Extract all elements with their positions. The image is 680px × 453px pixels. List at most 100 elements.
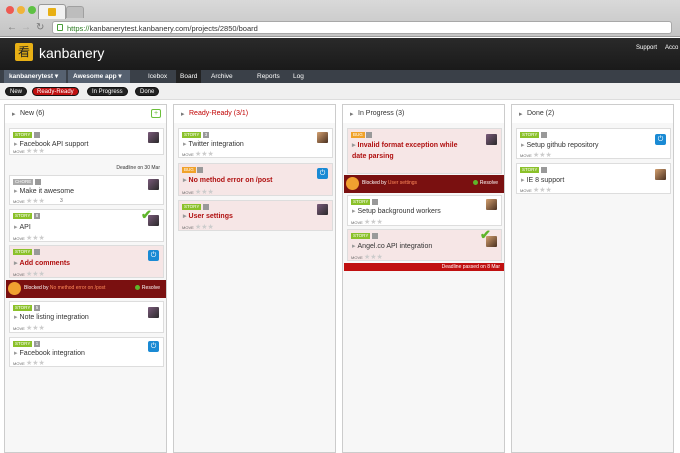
- add-task-icon[interactable]: +: [151, 109, 161, 118]
- menu-icebox[interactable]: Icebox: [144, 70, 171, 83]
- move-bar[interactable]: MOVE ★★★: [10, 147, 163, 156]
- address-bar[interactable]: https://kanbanerytest.kanbanery.com/proj…: [52, 21, 672, 34]
- task-card[interactable]: STORY ▸ Add comments ⏻ MOVE ★★★: [9, 245, 164, 278]
- menu-board[interactable]: Board: [176, 70, 202, 83]
- avatar[interactable]: [486, 236, 497, 247]
- task-title[interactable]: ▸ Add comments: [14, 259, 70, 267]
- filter-in-progress[interactable]: In Progress: [87, 87, 128, 96]
- move-bar[interactable]: MOVE ★★★: [348, 218, 501, 227]
- star-icon[interactable]: ★★★: [26, 359, 45, 368]
- filter-ready-ready[interactable]: Ready-Ready: [32, 87, 79, 96]
- task-title[interactable]: ▸ Setup background workers: [352, 207, 441, 215]
- blocked-by-link[interactable]: User settings: [388, 180, 417, 186]
- menu-reports[interactable]: Reports: [253, 70, 284, 83]
- power-icon[interactable]: ⏻: [148, 250, 159, 261]
- task-card[interactable]: STORY ▸ User settings MOVE ★★★: [178, 200, 333, 231]
- task-title[interactable]: ▸ Twitter integration: [183, 140, 244, 148]
- avatar[interactable]: [317, 132, 328, 143]
- task-title[interactable]: ▸ No method error on /post: [183, 176, 273, 184]
- workspace-dropdown[interactable]: kanbanerytest ▾: [4, 70, 66, 83]
- task-card[interactable]: BUG ▸ Invalid format exception while date…: [347, 128, 502, 174]
- filter-new[interactable]: New: [5, 87, 28, 96]
- task-card[interactable]: STORY 5 ▸ Note listing integration MOVE ★★…: [9, 301, 164, 333]
- avatar[interactable]: [148, 215, 159, 226]
- star-icon[interactable]: ★★★: [364, 253, 383, 262]
- menu-log[interactable]: Log: [289, 70, 308, 83]
- reload-icon[interactable]: ↻: [36, 23, 44, 33]
- task-card[interactable]: BUG ▸ No method error on /post ⏻ MOVE ★★★: [178, 163, 333, 196]
- move-bar[interactable]: MOVE ★★★ 3: [10, 197, 163, 206]
- column-header[interactable]: ▸ Done (2): [512, 105, 673, 123]
- support-link[interactable]: Support: [636, 45, 657, 51]
- task-title[interactable]: ▸ Facebook integration: [14, 349, 85, 357]
- browser-tab[interactable]: [38, 4, 66, 19]
- move-bar[interactable]: MOVE ★★★: [517, 151, 670, 160]
- forward-icon[interactable]: →: [21, 23, 31, 33]
- blocked-by-link[interactable]: No method error on /post: [50, 285, 106, 291]
- task-title[interactable]: ▸ Make it awesome: [14, 187, 74, 195]
- comment-count[interactable]: 3: [60, 198, 63, 204]
- task-card[interactable]: CHORE ▸ Make it awesome MOVE ★★★ 3: [9, 175, 164, 205]
- star-icon[interactable]: ★★★: [26, 234, 45, 243]
- star-icon[interactable]: ★★★: [26, 197, 45, 206]
- star-icon[interactable]: ★★★: [364, 218, 383, 227]
- task-card[interactable]: STORY 3 ▸ Twitter integration MOVE ★★★: [178, 128, 333, 158]
- avatar[interactable]: [148, 307, 159, 318]
- avatar[interactable]: [486, 199, 497, 210]
- account-link[interactable]: Acco: [665, 45, 678, 51]
- minimize-window-button[interactable]: [17, 6, 25, 14]
- task-title[interactable]: ▸ User settings: [183, 212, 233, 220]
- star-icon[interactable]: ★★★: [195, 150, 214, 159]
- star-icon[interactable]: ★★★: [195, 188, 214, 197]
- power-icon[interactable]: ⏻: [317, 168, 328, 179]
- maximize-window-button[interactable]: [28, 6, 36, 14]
- task-card[interactable]: STORY 1 ▸ Facebook integration ⏻ MOVE ★★★: [9, 337, 164, 367]
- star-icon[interactable]: ★★★: [533, 186, 552, 195]
- star-icon[interactable]: ★★★: [533, 151, 552, 160]
- task-card[interactable]: STORY 8 ▸ API ✔ MOVE ★★★: [9, 207, 164, 243]
- task-title[interactable]: ▸ IE 8 support: [521, 176, 564, 184]
- power-icon[interactable]: ⏻: [148, 341, 159, 352]
- task-card[interactable]: STORY ▸ IE 8 support MOVE ★★★: [516, 163, 671, 194]
- avatar[interactable]: [317, 204, 328, 215]
- power-icon[interactable]: ⏻: [655, 134, 666, 145]
- star-icon[interactable]: ★★★: [26, 324, 45, 333]
- close-window-button[interactable]: [6, 6, 14, 14]
- move-bar[interactable]: MOVE ★★★: [10, 234, 163, 243]
- task-card[interactable]: STORY ▸ Setup github repository ⏻ MOVE ★★★: [516, 128, 671, 159]
- star-icon[interactable]: ★★★: [195, 223, 214, 232]
- column-header[interactable]: ▸ New (6) +: [5, 105, 166, 123]
- task-title[interactable]: ▸ Setup github repository: [521, 141, 599, 149]
- task-card[interactable]: STORY ▸ Angel.co API integration ✔ MOVE ★★…: [347, 227, 502, 262]
- avatar[interactable]: [148, 179, 159, 190]
- move-bar[interactable]: MOVE ★★★: [179, 223, 332, 232]
- move-bar[interactable]: MOVE ★★★: [348, 253, 501, 262]
- move-bar[interactable]: MOVE ★★★: [10, 324, 163, 333]
- kanbanery-logo[interactable]: 看: [15, 43, 33, 61]
- resolve-button[interactable]: Resolve: [472, 180, 498, 186]
- column-header[interactable]: ▸ Ready-Ready (3/1): [174, 105, 335, 123]
- move-bar[interactable]: MOVE ★★★: [179, 188, 332, 197]
- task-card[interactable]: STORY ▸ Facebook API support MOVE ★★★: [9, 128, 164, 155]
- avatar[interactable]: [655, 169, 666, 180]
- task-title[interactable]: ▸ API: [14, 223, 31, 231]
- move-bar[interactable]: MOVE ★★★: [179, 150, 332, 159]
- column-header[interactable]: ▸ In Progress (3): [343, 105, 504, 123]
- move-bar[interactable]: MOVE ★★★: [10, 270, 163, 279]
- filter-done[interactable]: Done: [135, 87, 160, 96]
- task-title[interactable]: ▸ Invalid format exception while date par…: [352, 140, 472, 162]
- star-icon[interactable]: ★★★: [26, 147, 45, 156]
- new-tab-button[interactable]: [66, 6, 84, 18]
- task-card[interactable]: STORY ▸ Setup background workers MOVE ★★★: [347, 195, 502, 226]
- move-bar[interactable]: MOVE ★★★: [10, 359, 163, 368]
- avatar[interactable]: [148, 132, 159, 143]
- avatar[interactable]: [486, 134, 497, 145]
- star-icon[interactable]: ★★★: [26, 270, 45, 279]
- menu-archive[interactable]: Archive: [207, 70, 237, 83]
- project-dropdown[interactable]: Awesome app ▾: [68, 70, 130, 83]
- back-icon[interactable]: ←: [7, 23, 17, 33]
- move-bar[interactable]: MOVE ★★★: [517, 186, 670, 195]
- resolve-button[interactable]: Resolve: [134, 285, 160, 291]
- task-title[interactable]: ▸ Angel.co API integration: [352, 242, 432, 250]
- task-title[interactable]: ▸ Note listing integration: [14, 313, 89, 321]
